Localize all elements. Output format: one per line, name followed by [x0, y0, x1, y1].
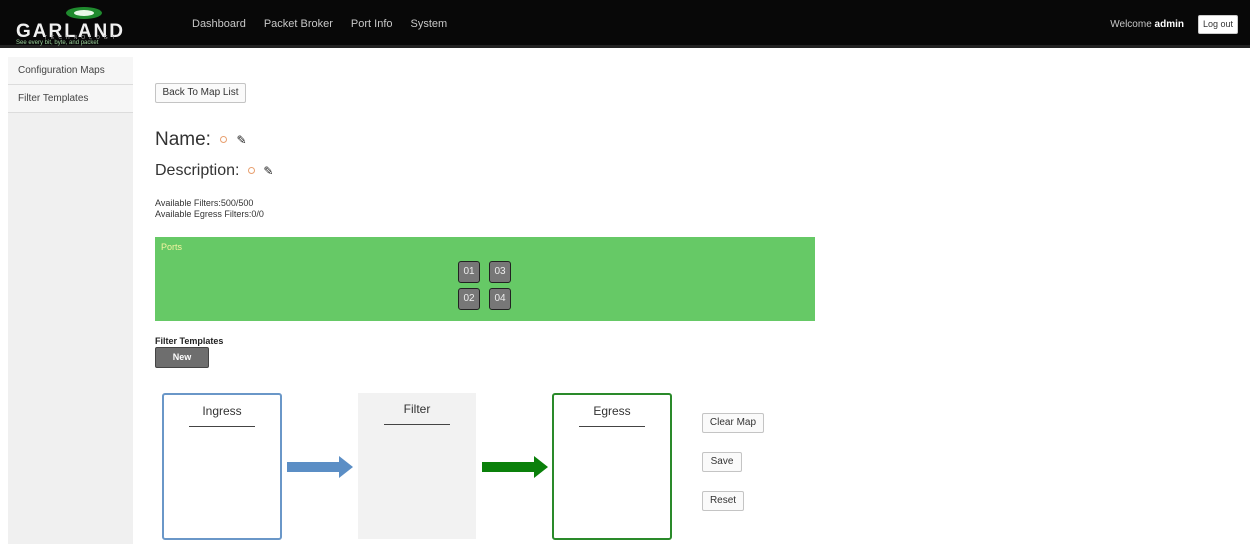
top-navbar: GARLAND TECHNOLOGY See every bit, byte, …	[0, 0, 1250, 48]
availability-info: Available Filters:500/500 Available Egre…	[155, 198, 264, 220]
ports-title: Ports	[161, 242, 183, 252]
filter-dropzone[interactable]: Filter	[358, 393, 476, 539]
nav-system[interactable]: System	[411, 18, 448, 30]
logout-button[interactable]: Log out	[1198, 15, 1238, 34]
filter-to-egress-arrow-icon	[482, 456, 548, 478]
port-01[interactable]: 01	[458, 261, 480, 283]
filter-divider	[384, 424, 450, 425]
reset-button[interactable]: Reset	[702, 491, 744, 511]
description-row: Description: ✎	[155, 162, 273, 180]
clear-map-button[interactable]: Clear Map	[702, 413, 764, 433]
ingress-to-filter-arrow-icon	[287, 456, 353, 478]
garland-logo[interactable]: GARLAND TECHNOLOGY See every bit, byte, …	[16, 6, 156, 46]
egress-dropzone[interactable]: Egress	[552, 393, 672, 540]
welcome-prefix: Welcome	[1110, 19, 1152, 30]
description-label: Description:	[155, 162, 240, 179]
ports-panel: Ports 01 03 02 04	[155, 237, 815, 321]
egress-title: Egress	[593, 404, 631, 418]
available-filters: Available Filters:500/500	[155, 198, 254, 208]
main-nav: Dashboard Packet Broker Port Info System	[192, 18, 447, 30]
nav-dashboard[interactable]: Dashboard	[192, 18, 246, 30]
ingress-title: Ingress	[202, 404, 242, 418]
filter-title: Filter	[403, 402, 431, 416]
name-row: Name: ✎	[155, 129, 247, 151]
status-circle-icon	[220, 136, 228, 144]
nav-port-info[interactable]: Port Info	[351, 18, 393, 30]
back-to-map-list-button[interactable]: Back To Map List	[155, 83, 246, 103]
name-label: Name:	[155, 129, 211, 150]
edit-pencil-icon[interactable]: ✎	[263, 164, 273, 178]
edit-pencil-icon[interactable]: ✎	[237, 133, 247, 147]
port-02[interactable]: 02	[458, 288, 480, 310]
port-04[interactable]: 04	[489, 288, 511, 310]
sidebar: Configuration Maps Filter Templates	[8, 57, 133, 544]
save-button[interactable]: Save	[702, 452, 742, 472]
ingress-divider	[189, 426, 255, 427]
logo-tagline: See every bit, byte, and packet	[16, 40, 99, 46]
available-egress-filters: Available Egress Filters:0/0	[155, 209, 264, 219]
logo-emblem-icon	[66, 7, 102, 19]
sidebar-item-filter-templates[interactable]: Filter Templates	[8, 85, 133, 113]
status-circle-icon	[247, 167, 255, 175]
new-filter-template-button[interactable]: New	[155, 347, 209, 368]
welcome-text: Welcome admin	[1110, 19, 1184, 30]
port-03[interactable]: 03	[489, 261, 511, 283]
filter-templates-label: Filter Templates	[155, 336, 224, 346]
ingress-dropzone[interactable]: Ingress	[162, 393, 282, 540]
nav-packet-broker[interactable]: Packet Broker	[264, 18, 333, 30]
username: admin	[1154, 19, 1184, 30]
sidebar-item-configuration-maps[interactable]: Configuration Maps	[8, 57, 133, 85]
egress-divider	[579, 426, 645, 427]
